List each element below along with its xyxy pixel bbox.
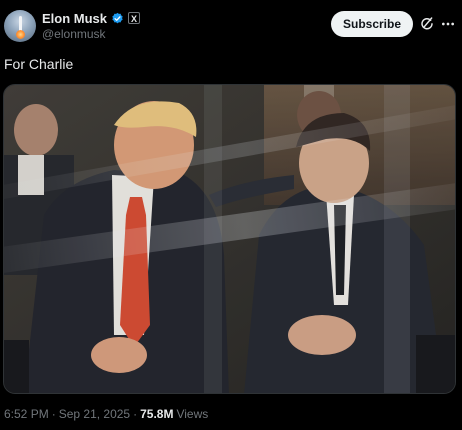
author-handle[interactable]: @elonmusk: [42, 27, 106, 41]
subscribe-button[interactable]: Subscribe: [331, 11, 413, 37]
post-meta: 6:52 PM · Sep 21, 2025 · 75.8M Views: [4, 407, 208, 421]
post-text: For Charlie: [4, 56, 74, 72]
meta-separator: ·: [51, 407, 56, 421]
grok-icon[interactable]: [419, 16, 435, 32]
author-display-name[interactable]: Elon Musk: [42, 11, 107, 26]
post-photo[interactable]: [3, 84, 456, 394]
author-name-row: Elon Musk X: [42, 9, 141, 27]
avatar[interactable]: [4, 10, 36, 42]
post-header: Elon Musk X @elonmusk Subscribe: [0, 0, 462, 52]
verified-badge-icon[interactable]: [111, 12, 124, 25]
affiliate-badge-icon[interactable]: X: [128, 12, 141, 24]
views-count[interactable]: 75.8M: [140, 407, 173, 421]
post-date[interactable]: Sep 21, 2025: [59, 407, 130, 421]
views-label: Views: [176, 407, 209, 421]
post-time[interactable]: 6:52 PM: [4, 407, 49, 421]
avatar-flame: [16, 30, 25, 39]
meta-separator: ·: [133, 407, 138, 421]
more-horizontal-icon[interactable]: [440, 16, 456, 32]
photo-illustration: [4, 85, 455, 393]
